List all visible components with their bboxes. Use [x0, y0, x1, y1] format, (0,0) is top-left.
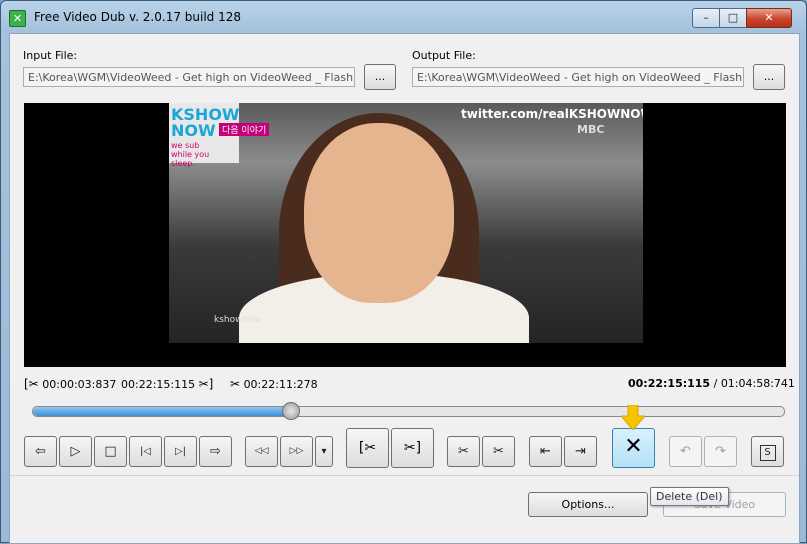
position-separator: / — [713, 377, 718, 390]
mbc-logo: MBC — [577, 123, 605, 136]
window-title: Free Video Dub v. 2.0.17 build 128 — [34, 10, 241, 24]
undo-button[interactable]: ↶ — [669, 436, 702, 467]
app-icon: ✕ — [9, 10, 26, 27]
close-button[interactable]: ✕ — [746, 8, 792, 28]
pointer-arrow-icon — [621, 405, 645, 430]
video-frame: KSHOW NOW we sub while you sleep. 다음 이야기… — [169, 103, 643, 343]
delete-tooltip: Delete (Del) — [650, 487, 729, 506]
kshow-logo-sub: we sub while you sleep. — [171, 141, 210, 168]
seek-slider[interactable] — [32, 402, 785, 420]
output-browse-button[interactable]: ... — [753, 64, 785, 90]
prev-frame-button[interactable]: ⇦ — [24, 436, 57, 467]
title-bar: ✕ Free Video Dub v. 2.0.17 build 128 – □… — [1, 1, 806, 33]
seek-slider-fill — [33, 407, 290, 416]
selection-end-time: 00:22:15:115 — [121, 378, 196, 391]
video-subject-face — [304, 123, 454, 303]
set-end-marker-button[interactable]: ✂] — [391, 428, 434, 468]
selection-start-time: 00:00:03:837 — [42, 378, 117, 391]
maximize-button[interactable]: □ — [719, 8, 747, 28]
selection-end-icon: ✂] — [198, 377, 214, 391]
save-file-button[interactable]: S — [751, 436, 784, 467]
go-start-button[interactable]: |◁ — [129, 436, 162, 467]
play-button[interactable]: ▷ — [59, 436, 92, 467]
save-file-icon: S — [759, 445, 776, 461]
set-start-marker-button[interactable]: [✂ — [346, 428, 389, 468]
go-sel-end-cut-button[interactable]: ✂ — [482, 436, 515, 467]
stop-button[interactable]: □ — [94, 436, 127, 467]
input-browse-button[interactable]: ... — [364, 64, 396, 90]
position-readout: 00:22:15:115 / 01:04:58:741 — [628, 377, 795, 390]
watermark: kshownow — [214, 315, 262, 325]
rewind-button[interactable]: ◁◁ — [245, 436, 278, 467]
seek-slider-thumb[interactable] — [281, 402, 300, 420]
total-duration: 01:04:58:741 — [720, 377, 795, 390]
app-window: ✕ Free Video Dub v. 2.0.17 build 128 – □… — [0, 0, 807, 544]
output-file-label: Output File: — [412, 49, 476, 62]
korean-caption: 다음 이야기 — [219, 123, 270, 136]
go-sel-start-cut-button[interactable]: ✂ — [447, 436, 480, 467]
input-file-field[interactable]: E:\Korea\WGM\VideoWeed - Get high on Vid… — [23, 67, 355, 87]
go-end-button[interactable]: ▷| — [164, 436, 197, 467]
jump-selection-end-button[interactable]: ⇥ — [564, 436, 597, 467]
delete-button[interactable]: ✕ — [612, 428, 655, 468]
redo-button[interactable]: ↷ — [704, 436, 737, 467]
selection-start: [✂ 00:00:03:837 — [24, 377, 116, 391]
output-file-field[interactable]: E:\Korea\WGM\VideoWeed - Get high on Vid… — [412, 67, 744, 87]
selection-length: ✂ 00:22:11:278 — [230, 377, 318, 391]
current-position: 00:22:15:115 — [628, 377, 711, 390]
speed-dropdown-button[interactable]: ▾ — [315, 436, 333, 467]
twitter-overlay: twitter.com/realKSHOWNOW — [461, 107, 643, 121]
selection-end: 00:22:15:115 ✂] — [121, 377, 213, 391]
main-panel: Input File: E:\Korea\WGM\VideoWeed - Get… — [9, 33, 800, 544]
selection-start-icon: [✂ — [24, 377, 39, 391]
footer-divider — [10, 475, 799, 476]
input-file-label: Input File: — [23, 49, 78, 62]
minimize-button[interactable]: – — [692, 8, 720, 28]
next-frame-button[interactable]: ⇨ — [199, 436, 232, 467]
fast-forward-button[interactable]: ▷▷ — [280, 436, 313, 467]
selection-length-icon: ✂ — [230, 377, 241, 391]
video-preview[interactable]: KSHOW NOW we sub while you sleep. 다음 이야기… — [24, 103, 786, 367]
selection-length-time: 00:22:11:278 — [243, 378, 318, 391]
jump-selection-start-button[interactable]: ⇤ — [529, 436, 562, 467]
options-button[interactable]: Options... — [528, 492, 648, 517]
